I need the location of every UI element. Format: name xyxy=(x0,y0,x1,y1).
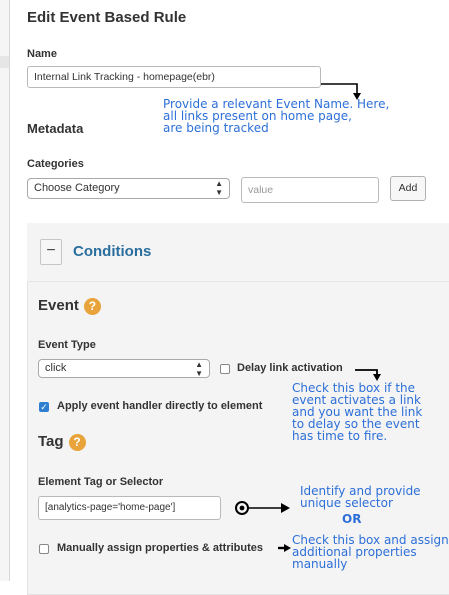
delay-arrow-icon xyxy=(355,369,381,381)
name-arrow-icon xyxy=(321,83,361,100)
selector-target-icon xyxy=(235,501,290,515)
manual-arrow-icon xyxy=(278,544,291,552)
annotation-arrows xyxy=(235,83,381,552)
